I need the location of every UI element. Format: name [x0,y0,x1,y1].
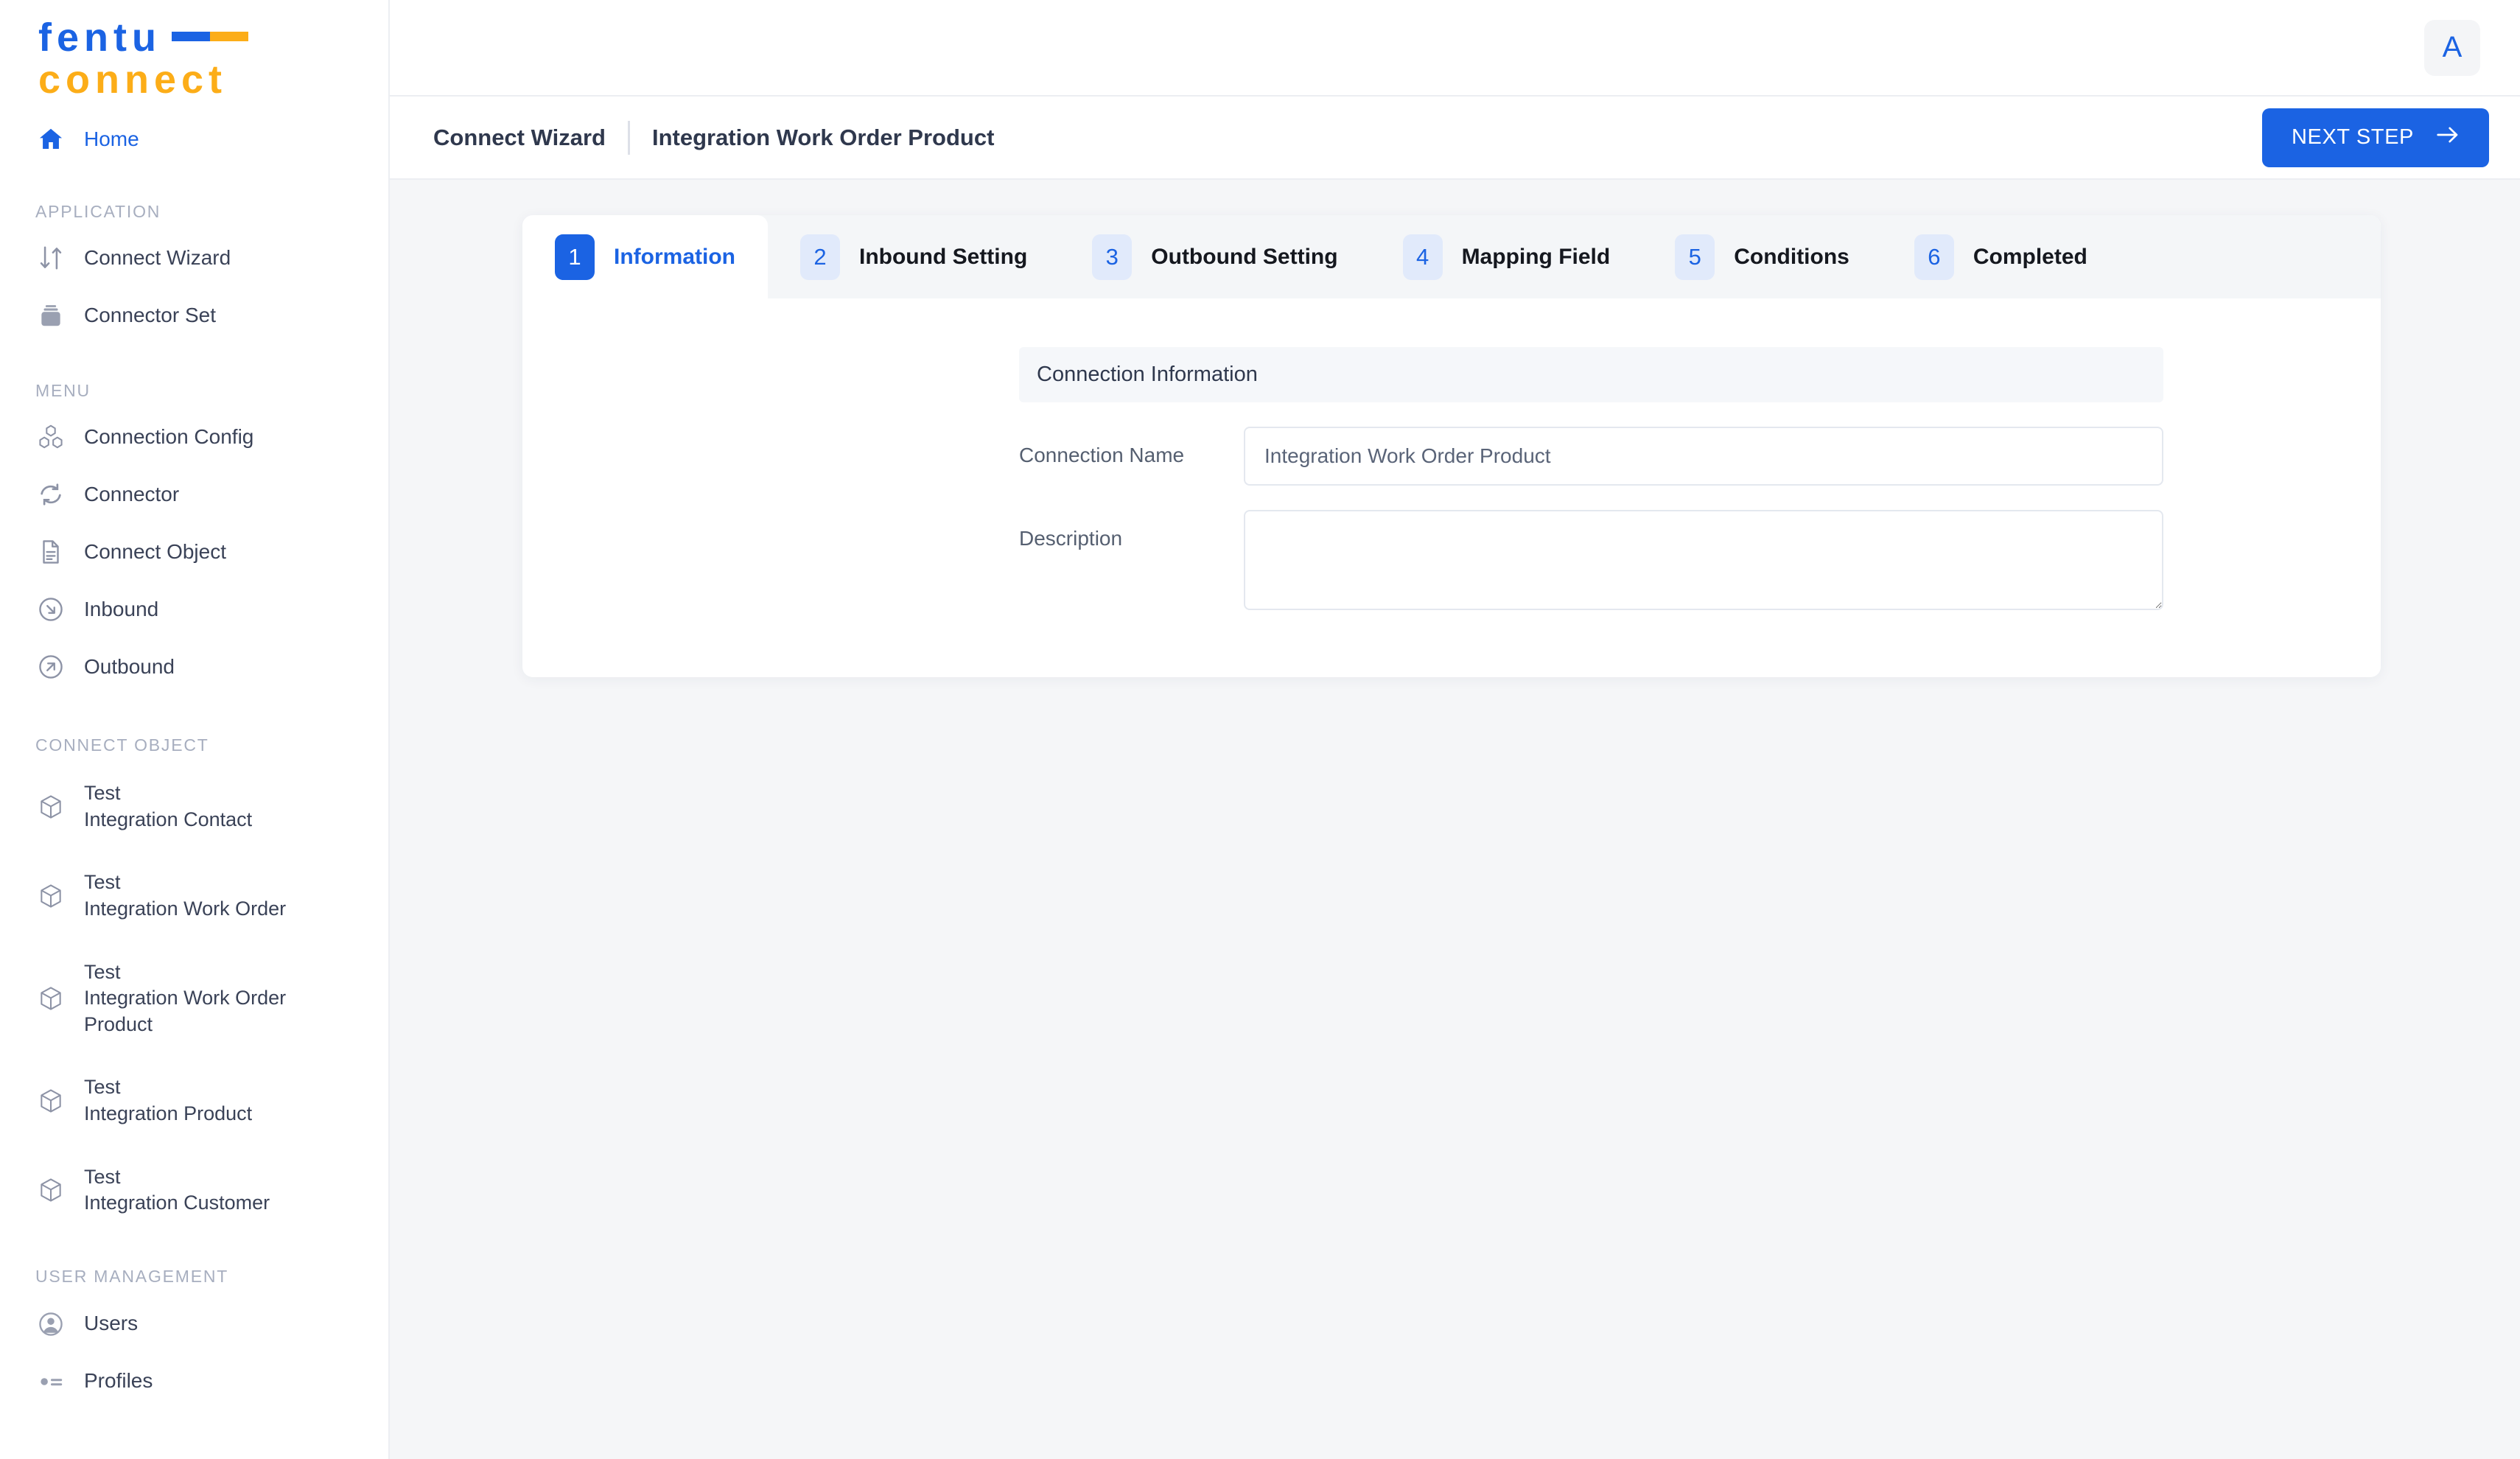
tab-label: Information [614,244,735,269]
sidebar-object-integration-work-order[interactable]: Test Integration Work Order [0,858,388,934]
blocks-icon [35,421,66,452]
sidebar-section-connect-object: CONNECT OBJECT [35,735,209,755]
tab-conditions[interactable]: 5 Conditions [1642,215,1882,298]
cube-icon [35,1085,66,1116]
user-circle-icon [35,1309,66,1340]
breadcrumb-divider [627,120,630,155]
tab-outbound-setting[interactable]: 3 Outbound Setting [1060,215,1370,298]
breadcrumb-root[interactable]: Connect Wizard [433,125,606,151]
avatar[interactable]: A [2424,19,2480,76]
sidebar-item-connect-wizard[interactable]: Connect Wizard [0,229,388,287]
sidebar-section-user-management: USER MANAGEMENT [35,1266,229,1286]
sidebar-item-outbound[interactable]: Outbound [0,638,388,696]
transfer-arrows-icon [35,242,66,273]
sidebar-object-integration-work-order-product[interactable]: Test Integration Work Order Product [0,948,388,1050]
tab-information[interactable]: 1 Information [522,215,768,298]
step-badge: 3 [1092,234,1133,280]
brand-word-connect: connect [38,57,228,102]
cube-icon [35,983,66,1014]
tab-label: Mapping Field [1461,244,1611,269]
sidebar-item-label: Connect Wizard [84,245,231,269]
tab-label: Outbound Setting [1151,244,1338,269]
main-area: A Connect Wizard Integration Work Order … [390,0,2520,1459]
sidebar-item-label: Connector Set [84,303,216,326]
tab-inbound-setting[interactable]: 2 Inbound Setting [768,215,1060,298]
sidebar-item-label: Connect Object [84,539,226,563]
breadcrumb-current: Integration Work Order Product [651,124,995,150]
sidebar-item-inbound[interactable]: Inbound [0,581,388,638]
content-area: 1 Information 2 Inbound Setting 3 Outbou… [390,180,2520,677]
breadcrumb-bar: Connect Wizard Integration Work Order Pr… [390,97,2520,180]
tab-label: Inbound Setting [859,244,1028,269]
top-bar: A [390,0,2520,97]
wizard-card: 1 Information 2 Inbound Setting 3 Outbou… [522,215,2381,677]
sidebar-item-users[interactable]: Users [0,1295,388,1353]
tab-mapping-field[interactable]: 4 Mapping Field [1371,215,1643,298]
brand-logo[interactable]: fentu connect [0,0,388,111]
sidebar-item-label: Connector [84,482,180,505]
tab-completed[interactable]: 6 Completed [1882,215,2120,298]
sidebar-item-label: Users [84,1312,139,1335]
profile-list-icon [35,1366,66,1397]
step-badge: 1 [555,234,595,280]
sidebar-object-label: Test Integration Work Order [84,871,287,920]
sidebar-item-label: Profiles [84,1369,153,1393]
sidebar-object-label: Test Integration Contact [84,782,253,830]
cube-icon [35,881,66,912]
field-row-description: Description [1019,510,2163,614]
sidebar-item-label: Connection Config [84,424,254,448]
next-step-label: NEXT STEP [2291,125,2414,149]
sidebar-item-label: Outbound [84,654,175,678]
sidebar-object-integration-product[interactable]: Test Integration Product [0,1063,388,1138]
arrow-up-right-circle-icon [35,651,66,682]
description-label: Description [1019,527,1123,550]
sidebar-item-profiles[interactable]: Profiles [0,1353,388,1410]
sidebar-object-label: Test Integration Customer [84,1165,270,1214]
sidebar-item-connector[interactable]: Connector [0,466,388,523]
sidebar-item-home[interactable]: Home [0,111,388,168]
step-badge: 5 [1675,234,1715,280]
sync-icon [35,479,66,510]
cube-icon [35,791,66,822]
sidebar-object-integration-contact[interactable]: Test Integration Contact [0,769,388,844]
sidebar-section-application: APPLICATION [35,202,161,221]
sidebar-object-label: Test Integration Work Order Product [84,960,287,1035]
sidebar-item-label: Home [84,127,139,150]
form-section-title: Connection Information [1019,347,2163,402]
tab-label: Completed [1973,244,2087,269]
arrow-down-right-circle-icon [35,594,66,625]
sidebar-object-integration-customer[interactable]: Test Integration Customer [0,1152,388,1228]
stack-icon [35,300,66,331]
sidebar-item-label: Inbound [84,597,159,620]
sidebar-section-menu: MENU [35,381,91,400]
sidebar-item-connector-set[interactable]: Connector Set [0,287,388,344]
connection-name-input[interactable] [1244,427,2163,486]
next-step-button[interactable]: NEXT STEP [2261,108,2489,167]
step-badge: 4 [1402,234,1443,280]
connection-name-label: Connection Name [1019,444,1185,466]
arrow-right-icon [2436,125,2460,150]
sidebar-item-connection-config[interactable]: Connection Config [0,408,388,466]
field-row-connection-name: Connection Name [1019,427,2163,486]
brand-word-fentu: fentu [38,15,161,60]
sidebar: fentu connect Home APPLICATION Connect W… [0,0,390,1459]
tab-label: Conditions [1734,244,1849,269]
document-icon [35,536,66,567]
wizard-card-body: Connection Information Connection Name D… [522,298,2381,677]
step-badge: 6 [1914,234,1954,280]
wizard-tabstrip: 1 Information 2 Inbound Setting 3 Outbou… [522,215,2381,298]
brand-dash-icon [171,32,248,42]
sidebar-object-label: Test Integration Product [84,1076,253,1124]
app-root: fentu connect Home APPLICATION Connect W… [0,0,2520,1459]
connection-information-form: Connection Information Connection Name D… [1019,347,2163,614]
description-textarea[interactable] [1244,510,2163,610]
home-icon [35,124,66,155]
cube-icon [35,1175,66,1206]
step-badge: 2 [800,234,840,280]
sidebar-item-connect-object[interactable]: Connect Object [0,523,388,581]
